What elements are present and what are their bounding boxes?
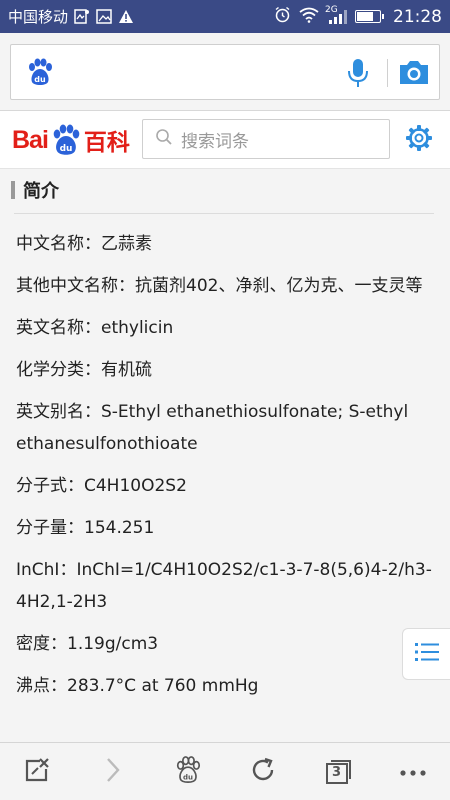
refresh-button[interactable] — [233, 743, 293, 800]
section-marker — [11, 181, 15, 199]
info-item-english-name: 英文名称：ethylicin — [16, 312, 434, 344]
tabs-icon: 3 — [324, 759, 352, 785]
info-value: InChI=1/C4H10O2S2/c1-3-7-8(5,6)4-2/h3-4H… — [16, 560, 432, 612]
baidu-home-button[interactable]: du — [158, 743, 218, 800]
info-item-formula: 分子式：C4H10O2S2 — [16, 470, 434, 502]
microphone-icon[interactable] — [345, 57, 371, 93]
info-label: 其他中文名称： — [16, 276, 135, 296]
logo-baike-text: 百科 — [83, 130, 130, 156]
info-value: C4H10O2S2 — [84, 476, 187, 496]
chevron-right-icon — [105, 757, 121, 787]
bottom-navigation: du 3 — [0, 742, 450, 800]
info-label: 沸点： — [16, 676, 67, 696]
info-label: 化学分类： — [16, 360, 101, 380]
notification-icon — [74, 9, 90, 24]
more-icon — [399, 762, 426, 781]
logo-bai-text: Bai — [12, 125, 49, 154]
info-item-chinese-name: 中文名称：乙蒜素 — [16, 228, 434, 260]
info-value: 283.7°C at 760 mmHg — [67, 676, 259, 696]
svg-text:du: du — [34, 75, 46, 84]
wifi-icon — [299, 7, 319, 27]
clock: 21:28 — [393, 6, 442, 27]
network-type: 2G — [325, 4, 338, 15]
section-title: 简介 — [23, 181, 59, 202]
alarm-icon — [274, 6, 291, 27]
search-divider — [387, 59, 388, 87]
info-value: 有机硫 — [101, 360, 152, 380]
carrier-name: 中国移动 — [8, 8, 69, 26]
info-label: 中文名称： — [16, 234, 101, 254]
baidu-paw-icon: du — [174, 755, 202, 788]
info-label: 分子量： — [16, 518, 84, 538]
toc-button[interactable] — [402, 628, 450, 680]
baidu-paw-icon: du — [25, 57, 55, 91]
info-item-boiling-point: 沸点：283.7°C at 760 mmHg — [16, 670, 434, 702]
info-item-english-alias: 英文别名：S-Ethyl ethanethiosulfonate; S-ethy… — [16, 396, 434, 460]
browser-toolbar: du — [0, 33, 450, 111]
info-item-inchi: InChI：InChI=1/C4H10O2S2/c1-3-7-8(5,6)4-2… — [16, 554, 434, 618]
info-label: 英文名称： — [16, 318, 101, 338]
battery-icon — [355, 10, 384, 23]
info-item-chemical-class: 化学分类：有机硫 — [16, 354, 434, 386]
camera-icon[interactable] — [397, 56, 431, 92]
info-value: 乙蒜素 — [101, 234, 152, 254]
info-label: 分子式： — [16, 476, 84, 496]
info-value: 1.19g/cm3 — [67, 634, 159, 654]
close-page-button[interactable] — [8, 743, 68, 800]
info-label: 英文别名： — [16, 402, 101, 422]
info-item-density: 密度：1.19g/cm3 — [16, 628, 434, 660]
info-label: InChI： — [16, 560, 77, 580]
gear-icon[interactable] — [404, 123, 434, 157]
tab-count: 3 — [331, 764, 342, 780]
baike-search-input[interactable]: 搜索词条 — [142, 119, 390, 159]
info-value: 154.251 — [84, 518, 155, 538]
browser-search-box[interactable]: du — [10, 44, 440, 100]
refresh-icon — [249, 756, 277, 788]
info-value: ethylicin — [101, 318, 174, 338]
logo-paw-icon: du — [49, 123, 83, 157]
baidu-baike-logo[interactable]: Bai du 百科 — [12, 121, 130, 159]
status-bar: 中国移动 2G 21:28 — [0, 0, 450, 33]
svg-text:du: du — [183, 773, 193, 781]
info-item-other-chinese-names: 其他中文名称：抗菌剂402、净刹、亿为克、一支灵等 — [16, 270, 434, 302]
info-value: 抗菌剂402、净刹、亿为克、一支灵等 — [135, 276, 423, 296]
info-item-molecular-weight: 分子量：154.251 — [16, 512, 434, 544]
section-header: 简介 — [0, 169, 450, 211]
forward-button[interactable] — [83, 743, 143, 800]
info-label: 密度： — [16, 634, 67, 654]
image-notification-icon — [96, 9, 112, 24]
search-icon — [155, 128, 181, 151]
svg-text:du: du — [59, 144, 72, 154]
close-tab-icon — [24, 757, 52, 787]
signal-icon: 2G — [325, 5, 347, 25]
intro-content: 中文名称：乙蒜素 其他中文名称：抗菌剂402、净刹、亿为克、一支灵等 英文名称：… — [0, 214, 450, 741]
more-menu-button[interactable] — [383, 743, 443, 800]
search-placeholder: 搜索词条 — [181, 131, 249, 152]
list-icon — [414, 642, 439, 666]
baike-header: Bai du 百科 搜索词条 — [0, 111, 450, 169]
warning-icon — [118, 9, 134, 24]
tabs-button[interactable]: 3 — [308, 743, 368, 800]
